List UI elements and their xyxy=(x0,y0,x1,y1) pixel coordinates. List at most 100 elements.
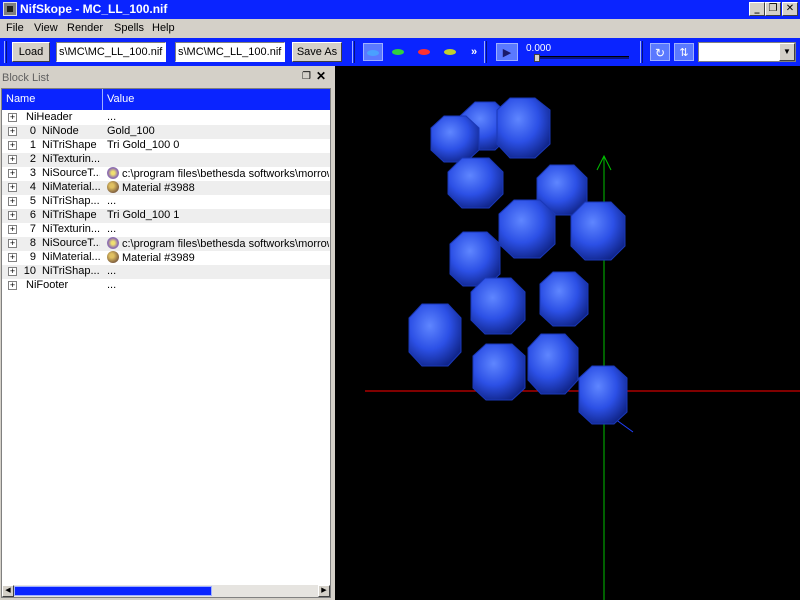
toolbar-grip[interactable] xyxy=(4,41,7,63)
menu-view[interactable]: View xyxy=(34,22,58,34)
block-name: NiTriShap... xyxy=(42,265,100,277)
tree-row[interactable]: + 6 NiTriShape Tri Gold_100 1 xyxy=(2,209,330,223)
app-icon[interactable] xyxy=(3,2,17,16)
tree-row[interactable]: + 10 NiTriShap... ... xyxy=(2,265,330,279)
view-select[interactable]: ▼ xyxy=(698,42,796,62)
block-name: NiSourceT... xyxy=(42,237,100,249)
tree-row[interactable]: + 0 NiNode Gold_100 xyxy=(2,125,330,139)
tree-row[interactable]: + NiHeader ... xyxy=(2,111,330,125)
dock-title: Block List xyxy=(2,72,50,84)
toolbar: Load s\MC\MC_LL_100.nif s\MC\MC_LL_100.n… xyxy=(0,38,800,66)
save-path-field[interactable]: s\MC\MC_LL_100.nif xyxy=(175,42,285,62)
expand-icon[interactable]: + xyxy=(8,183,17,192)
gold-coin xyxy=(496,97,551,159)
expand-icon[interactable]: + xyxy=(8,253,17,262)
toolbar-more-button[interactable]: » xyxy=(464,43,484,61)
scroll-right-icon[interactable]: ▶ xyxy=(318,585,330,597)
chevron-down-icon[interactable]: ▼ xyxy=(779,43,795,61)
tree-row[interactable]: + 4 NiMaterial... Material #3988 xyxy=(2,181,330,195)
gold-coin-stack xyxy=(408,97,628,425)
load-button[interactable]: Load xyxy=(12,42,50,62)
expand-icon[interactable]: + xyxy=(8,155,17,164)
block-name: NiNode xyxy=(42,125,79,137)
eye-icon-green[interactable] xyxy=(388,43,408,61)
eye-icon-red[interactable] xyxy=(414,43,434,61)
tree-row[interactable]: + 1 NiTriShape Tri Gold_100 0 xyxy=(2,139,330,153)
expand-icon[interactable]: + xyxy=(8,225,17,234)
tree-row[interactable]: + 3 NiSourceT... c:\program files\bethes… xyxy=(2,167,330,181)
float-icon[interactable]: ❐ xyxy=(302,71,311,82)
switch-icon[interactable]: ⇅ xyxy=(674,43,694,61)
expand-icon[interactable]: + xyxy=(8,211,17,220)
tree-row[interactable]: + 2 NiTexturin... xyxy=(2,153,330,167)
texture-icon xyxy=(107,237,119,249)
expand-icon[interactable]: + xyxy=(8,281,17,290)
dock-title-bar[interactable]: Block List ❐ ✕ xyxy=(0,69,333,87)
expand-icon[interactable]: + xyxy=(8,113,17,122)
menu-help[interactable]: Help xyxy=(152,22,175,34)
eye-icon-blue[interactable] xyxy=(363,43,383,61)
expand-icon[interactable]: + xyxy=(8,239,17,248)
tree-row[interactable]: + NiFooter ... xyxy=(2,279,330,293)
block-value-cell: c:\program files\bethesda softworks\morr… xyxy=(107,167,329,180)
tree-row[interactable]: + 8 NiSourceT... c:\program files\bethes… xyxy=(2,237,330,251)
expand-icon[interactable]: + xyxy=(8,169,17,178)
gold-coin xyxy=(578,365,628,425)
expand-icon[interactable]: + xyxy=(8,267,17,276)
maximize-button[interactable]: ❐ xyxy=(765,2,781,16)
eye-icon-green-red[interactable] xyxy=(440,43,460,61)
column-header-value[interactable]: Value xyxy=(103,89,330,110)
save-as-button[interactable]: Save As xyxy=(292,42,342,62)
render-viewport[interactable] xyxy=(335,66,800,600)
tree-row[interactable]: + 5 NiTriShap... ... xyxy=(2,195,330,209)
scrollbar-thumb[interactable] xyxy=(14,586,212,596)
tree-rows: + NiHeader ... + 0 NiNode Gold_100 + 1 N… xyxy=(2,111,330,293)
block-number: 0 xyxy=(29,125,36,137)
tree-row[interactable]: + 7 NiTexturin... ... xyxy=(2,223,330,237)
gold-coin xyxy=(472,343,526,401)
toolbar-grip[interactable] xyxy=(352,41,355,63)
block-number: 7 xyxy=(29,223,36,235)
close-button[interactable]: ✕ xyxy=(782,2,798,16)
close-icon[interactable]: ✕ xyxy=(316,69,326,83)
block-value: c:\program files\bethesda softworks\morr… xyxy=(122,238,329,250)
minimize-button[interactable]: _ xyxy=(749,2,765,16)
block-name: NiHeader xyxy=(26,111,73,123)
block-name: NiTriShape xyxy=(42,209,97,221)
menu-render[interactable]: Render xyxy=(67,22,103,34)
scroll-left-icon[interactable]: ◀ xyxy=(2,585,14,597)
block-name: NiMaterial... xyxy=(42,181,100,193)
block-value: Material #3988 xyxy=(122,182,195,194)
menu-spells[interactable]: Spells xyxy=(114,22,144,34)
toolbar-grip[interactable] xyxy=(484,41,487,63)
block-value: ... xyxy=(107,279,117,291)
gold-coin xyxy=(498,199,556,259)
block-number: 3 xyxy=(29,167,36,179)
block-value-cell: Material #3988 xyxy=(107,181,329,194)
menu-file[interactable]: File xyxy=(6,22,24,34)
block-value: Gold_100 xyxy=(107,125,155,137)
gold-coin xyxy=(470,277,526,335)
block-number: 9 xyxy=(29,251,36,263)
menu-bar: File View Render Spells Help xyxy=(0,19,800,38)
tree-header: Name Value xyxy=(2,89,330,110)
expand-icon[interactable]: + xyxy=(8,127,17,136)
block-name: NiTexturin... xyxy=(42,153,100,165)
tree-row[interactable]: + 9 NiMaterial... Material #3989 xyxy=(2,251,330,265)
block-number: 2 xyxy=(29,153,36,165)
play-icon[interactable]: ▶ xyxy=(496,43,518,61)
block-name: NiMaterial... xyxy=(42,251,100,263)
load-path-field[interactable]: s\MC\MC_LL_100.nif xyxy=(56,42,166,62)
toolbar-grip[interactable] xyxy=(640,41,643,63)
expand-icon[interactable]: + xyxy=(8,141,17,150)
time-slider-thumb[interactable] xyxy=(534,54,540,62)
block-value: Tri Gold_100 0 xyxy=(107,139,180,151)
horizontal-scrollbar[interactable]: ◀ ▶ xyxy=(2,585,330,597)
block-tree[interactable]: Name Value + NiHeader ... + 0 NiNode Gol… xyxy=(1,88,331,598)
block-name: NiFooter xyxy=(26,279,69,291)
expand-icon[interactable]: + xyxy=(8,197,17,206)
time-slider[interactable] xyxy=(534,54,629,62)
block-number: 10 xyxy=(23,265,36,277)
column-header-name[interactable]: Name xyxy=(2,89,103,110)
loop-icon[interactable]: ↻ xyxy=(650,43,670,61)
